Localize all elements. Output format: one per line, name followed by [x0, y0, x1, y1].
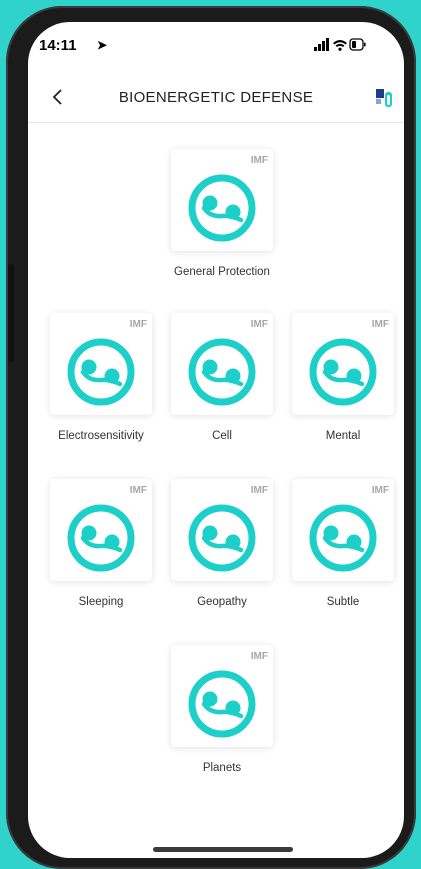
bioenergy-icon	[188, 174, 256, 242]
item-label: Cell	[212, 430, 232, 442]
bioenergy-icon	[67, 504, 135, 572]
page-title: BIOENERGETIC DEFENSE	[118, 89, 314, 106]
status-time: 14:11	[39, 37, 77, 54]
item-label: Sleeping	[78, 596, 124, 608]
item-label: Mental	[325, 430, 361, 442]
status-bar: 14:11 ➤	[28, 22, 404, 72]
battery-icon	[349, 38, 366, 51]
defense-item-subtle[interactable]: IMF Subtle	[292, 479, 394, 608]
defense-item-planets[interactable]: IMF Planets	[171, 645, 273, 774]
item-card[interactable]: IMF	[292, 479, 394, 581]
app-screen: 14:11 ➤ BIOENERGETIC DEFENSE IMF General…	[28, 22, 404, 858]
item-card[interactable]: IMF	[171, 149, 273, 251]
wifi-icon	[333, 40, 347, 51]
bioenergy-icon	[188, 504, 256, 572]
item-label: General Protection	[174, 266, 270, 278]
nav-bar: BIOENERGETIC DEFENSE	[28, 72, 404, 123]
imf-badge: IMF	[129, 485, 147, 496]
item-label: Subtle	[326, 596, 360, 608]
imf-badge: IMF	[371, 319, 389, 330]
bioenergy-icon	[67, 338, 135, 406]
defense-item-geopathy[interactable]: IMF Geopathy	[171, 479, 273, 608]
imf-badge: IMF	[250, 651, 268, 662]
item-card[interactable]: IMF	[50, 479, 152, 581]
item-card[interactable]: IMF	[171, 645, 273, 747]
defense-item-mental[interactable]: IMF Mental	[292, 313, 394, 442]
imf-badge: IMF	[250, 319, 268, 330]
item-card[interactable]: IMF	[171, 479, 273, 581]
signal-icon	[314, 38, 329, 51]
imf-badge: IMF	[250, 155, 268, 166]
home-indicator[interactable]	[153, 847, 293, 852]
defense-item-sleeping[interactable]: IMF Sleeping	[50, 479, 152, 608]
bioenergy-icon	[309, 338, 377, 406]
bioenergy-icon	[309, 504, 377, 572]
phone-frame: 14:11 ➤ BIOENERGETIC DEFENSE IMF General…	[6, 6, 416, 869]
imf-badge: IMF	[129, 319, 147, 330]
status-icons	[314, 38, 366, 51]
imf-badge: IMF	[371, 485, 389, 496]
defense-item-electrosensitivity[interactable]: IMF Electrosensitivity	[50, 313, 152, 442]
defense-item-cell[interactable]: IMF Cell	[171, 313, 273, 442]
side-button	[8, 264, 14, 362]
item-label: Geopathy	[197, 596, 247, 608]
item-card[interactable]: IMF	[50, 313, 152, 415]
location-arrow-icon: ➤	[97, 38, 108, 52]
item-card[interactable]: IMF	[292, 313, 394, 415]
bioenergy-icon	[188, 338, 256, 406]
defense-item-general-protection[interactable]: IMF General Protection	[171, 149, 273, 278]
item-card[interactable]: IMF	[171, 313, 273, 415]
bioenergy-icon	[188, 670, 256, 738]
app-logo-icon[interactable]	[374, 86, 396, 108]
imf-badge: IMF	[250, 485, 268, 496]
item-label: Electrosensitivity	[58, 430, 144, 442]
item-label: Planets	[202, 762, 242, 774]
